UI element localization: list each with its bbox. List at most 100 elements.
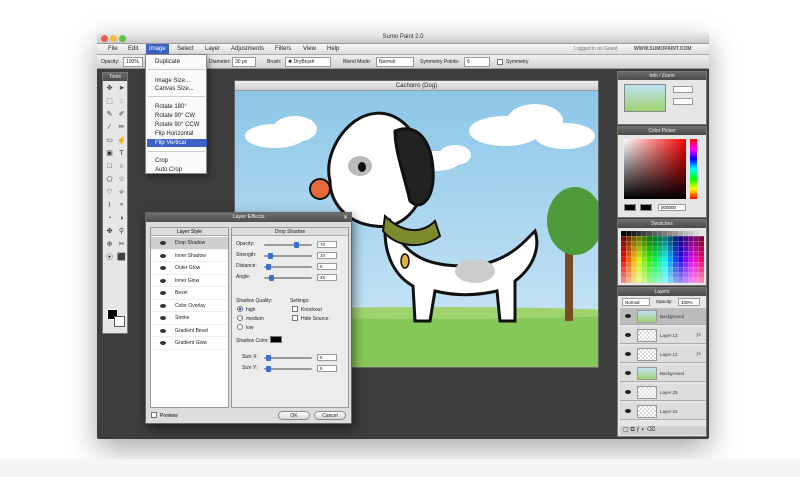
- pencil-tool-icon[interactable]: ✎: [105, 110, 114, 119]
- knockout-checkbox[interactable]: [292, 306, 298, 312]
- burn-tool-icon[interactable]: ◑: [117, 214, 126, 223]
- new-layer-icon[interactable]: ▢: [623, 427, 629, 433]
- menu-item-canvas-size[interactable]: Canvas Size...: [155, 85, 207, 93]
- polygon-tool-icon[interactable]: ⬠: [105, 175, 114, 184]
- star-tool-icon[interactable]: ☆: [117, 175, 126, 184]
- marquee-tool-icon[interactable]: ⬚: [105, 97, 114, 106]
- move-tool-icon[interactable]: ✥: [105, 84, 114, 93]
- style-item-gradient-bevel[interactable]: Gradient Bevel: [151, 325, 228, 337]
- eye-icon[interactable]: [160, 266, 166, 270]
- eye-icon[interactable]: [625, 409, 631, 413]
- shadow-color-swatch[interactable]: [270, 336, 282, 343]
- custom-shape-tool-icon[interactable]: ⟡: [117, 188, 126, 197]
- menu-view[interactable]: View: [303, 46, 316, 52]
- eye-icon[interactable]: [160, 328, 166, 333]
- menu-item-flip-horizontal[interactable]: Flip Horizontal: [155, 130, 207, 138]
- eye-icon[interactable]: [625, 333, 631, 337]
- eye-icon[interactable]: [160, 291, 166, 295]
- eye-icon[interactable]: [160, 303, 166, 308]
- quality-low-radio[interactable]: [237, 324, 243, 330]
- menu-item-image-size[interactable]: Image Size...: [155, 77, 207, 85]
- menu-select[interactable]: Select: [177, 46, 194, 52]
- preview-checkbox[interactable]: [151, 412, 157, 418]
- zoom-tool-icon[interactable]: ⚲: [117, 227, 126, 236]
- eye-icon[interactable]: [625, 390, 631, 394]
- menu-item-duplicate[interactable]: Duplicate: [155, 58, 207, 66]
- close-icon[interactable]: ✕: [343, 214, 348, 221]
- slider-knob[interactable]: [268, 253, 274, 259]
- layer-row[interactable]: Layer 25: [620, 384, 706, 401]
- brush-tool-icon[interactable]: ✐: [117, 110, 126, 119]
- slider-knob[interactable]: [266, 366, 271, 372]
- slider-knob[interactable]: [294, 242, 300, 248]
- eye-icon[interactable]: [160, 278, 166, 283]
- effects-icon[interactable]: ƒx: [696, 351, 701, 356]
- zoom-field[interactable]: [673, 86, 693, 93]
- line-tool-icon[interactable]: ⁄: [105, 123, 114, 132]
- navigator-thumbnail[interactable]: [624, 84, 666, 112]
- size-slider[interactable]: [264, 366, 312, 372]
- menu-help[interactable]: Help: [327, 46, 339, 52]
- heal-tool-icon[interactable]: ⊕: [105, 240, 114, 249]
- layer-row[interactable]: Background: [620, 308, 706, 325]
- menu-item-rotate-180[interactable]: Rotate 180°: [155, 103, 207, 111]
- layer-row[interactable]: Layer 13 ƒx: [620, 327, 706, 344]
- login-status[interactable]: Logged in as Guest: [574, 46, 617, 52]
- gradient-tool-icon[interactable]: ▣: [105, 149, 114, 158]
- layer-row[interactable]: Background: [620, 365, 706, 382]
- menu-item-auto-crop[interactable]: Auto Crop: [155, 166, 207, 174]
- position-field[interactable]: [673, 98, 693, 105]
- style-item-outer-glow[interactable]: Outer Glow: [151, 262, 228, 275]
- param-value-input[interactable]: 70: [317, 241, 337, 248]
- clone-tool-icon[interactable]: ✤: [105, 227, 114, 236]
- eye-icon[interactable]: [625, 314, 631, 318]
- eye-icon[interactable]: [160, 253, 166, 258]
- color-field[interactable]: [624, 139, 686, 199]
- effects-icon[interactable]: ƒx: [696, 332, 701, 337]
- size-value-input[interactable]: 5: [317, 354, 337, 361]
- eye-icon[interactable]: [160, 241, 166, 245]
- diameter-input[interactable]: 30 px: [232, 57, 256, 67]
- param-slider[interactable]: [264, 253, 312, 259]
- size-value-input[interactable]: 5: [317, 365, 337, 372]
- select-tool-icon[interactable]: ➤: [117, 84, 126, 93]
- menu-item-flip-vertical[interactable]: Flip Vertical: [147, 139, 207, 147]
- menu-edit[interactable]: Edit: [128, 46, 138, 52]
- symmetry-checkbox[interactable]: [497, 59, 503, 65]
- hide-source-checkbox[interactable]: [292, 315, 298, 321]
- param-value-input[interactable]: 10: [317, 252, 337, 259]
- menu-item-crop[interactable]: Crop: [155, 157, 207, 165]
- quality-medium-radio[interactable]: [237, 315, 243, 321]
- duplicate-layer-icon[interactable]: ⧉: [630, 427, 634, 433]
- menu-filters[interactable]: Filters: [275, 46, 291, 52]
- eye-icon[interactable]: [625, 371, 631, 375]
- opacity-input[interactable]: 100%: [123, 57, 143, 67]
- param-slider[interactable]: [264, 242, 312, 248]
- menu-item-rotate-90-cw[interactable]: Rotate 90° CW: [155, 112, 207, 120]
- style-item-bevel[interactable]: Bevel: [151, 287, 228, 300]
- symmetry-points-input[interactable]: 6: [464, 57, 490, 67]
- param-value-input[interactable]: 5: [317, 263, 337, 270]
- style-item-inner-glow[interactable]: Inner Glow: [151, 275, 228, 287]
- style-item-stroke[interactable]: Stroke: [151, 312, 228, 325]
- delete-layer-icon[interactable]: ⌫: [647, 427, 655, 433]
- cancel-button[interactable]: Cancel: [314, 411, 346, 420]
- hue-slider[interactable]: [690, 139, 697, 199]
- crop-tool-icon[interactable]: ✂: [117, 240, 126, 249]
- quality-high-radio[interactable]: [237, 306, 243, 312]
- layer-opacity-input[interactable]: 100%: [678, 298, 700, 306]
- layer-row[interactable]: Layer 24: [620, 403, 706, 420]
- style-item-inner-shadow[interactable]: Inner Shadow: [151, 250, 228, 262]
- style-item-drop-shadow[interactable]: Drop Shadow: [151, 237, 228, 250]
- menu-adjustments[interactable]: Adjustments: [231, 46, 264, 52]
- menu-item-rotate-90-ccw[interactable]: Rotate 90° CCW: [155, 121, 207, 129]
- param-slider[interactable]: [264, 275, 312, 281]
- layer-effects-icon[interactable]: ƒ: [636, 427, 639, 433]
- size-slider[interactable]: [264, 355, 312, 361]
- lasso-tool-icon[interactable]: ◌: [117, 97, 126, 106]
- slider-knob[interactable]: [266, 355, 271, 361]
- hex-input[interactable]: 000000: [658, 204, 686, 211]
- ok-button[interactable]: OK: [278, 411, 310, 420]
- layer-blend-select[interactable]: Normal: [622, 298, 650, 306]
- text-tool-icon[interactable]: T: [117, 149, 126, 158]
